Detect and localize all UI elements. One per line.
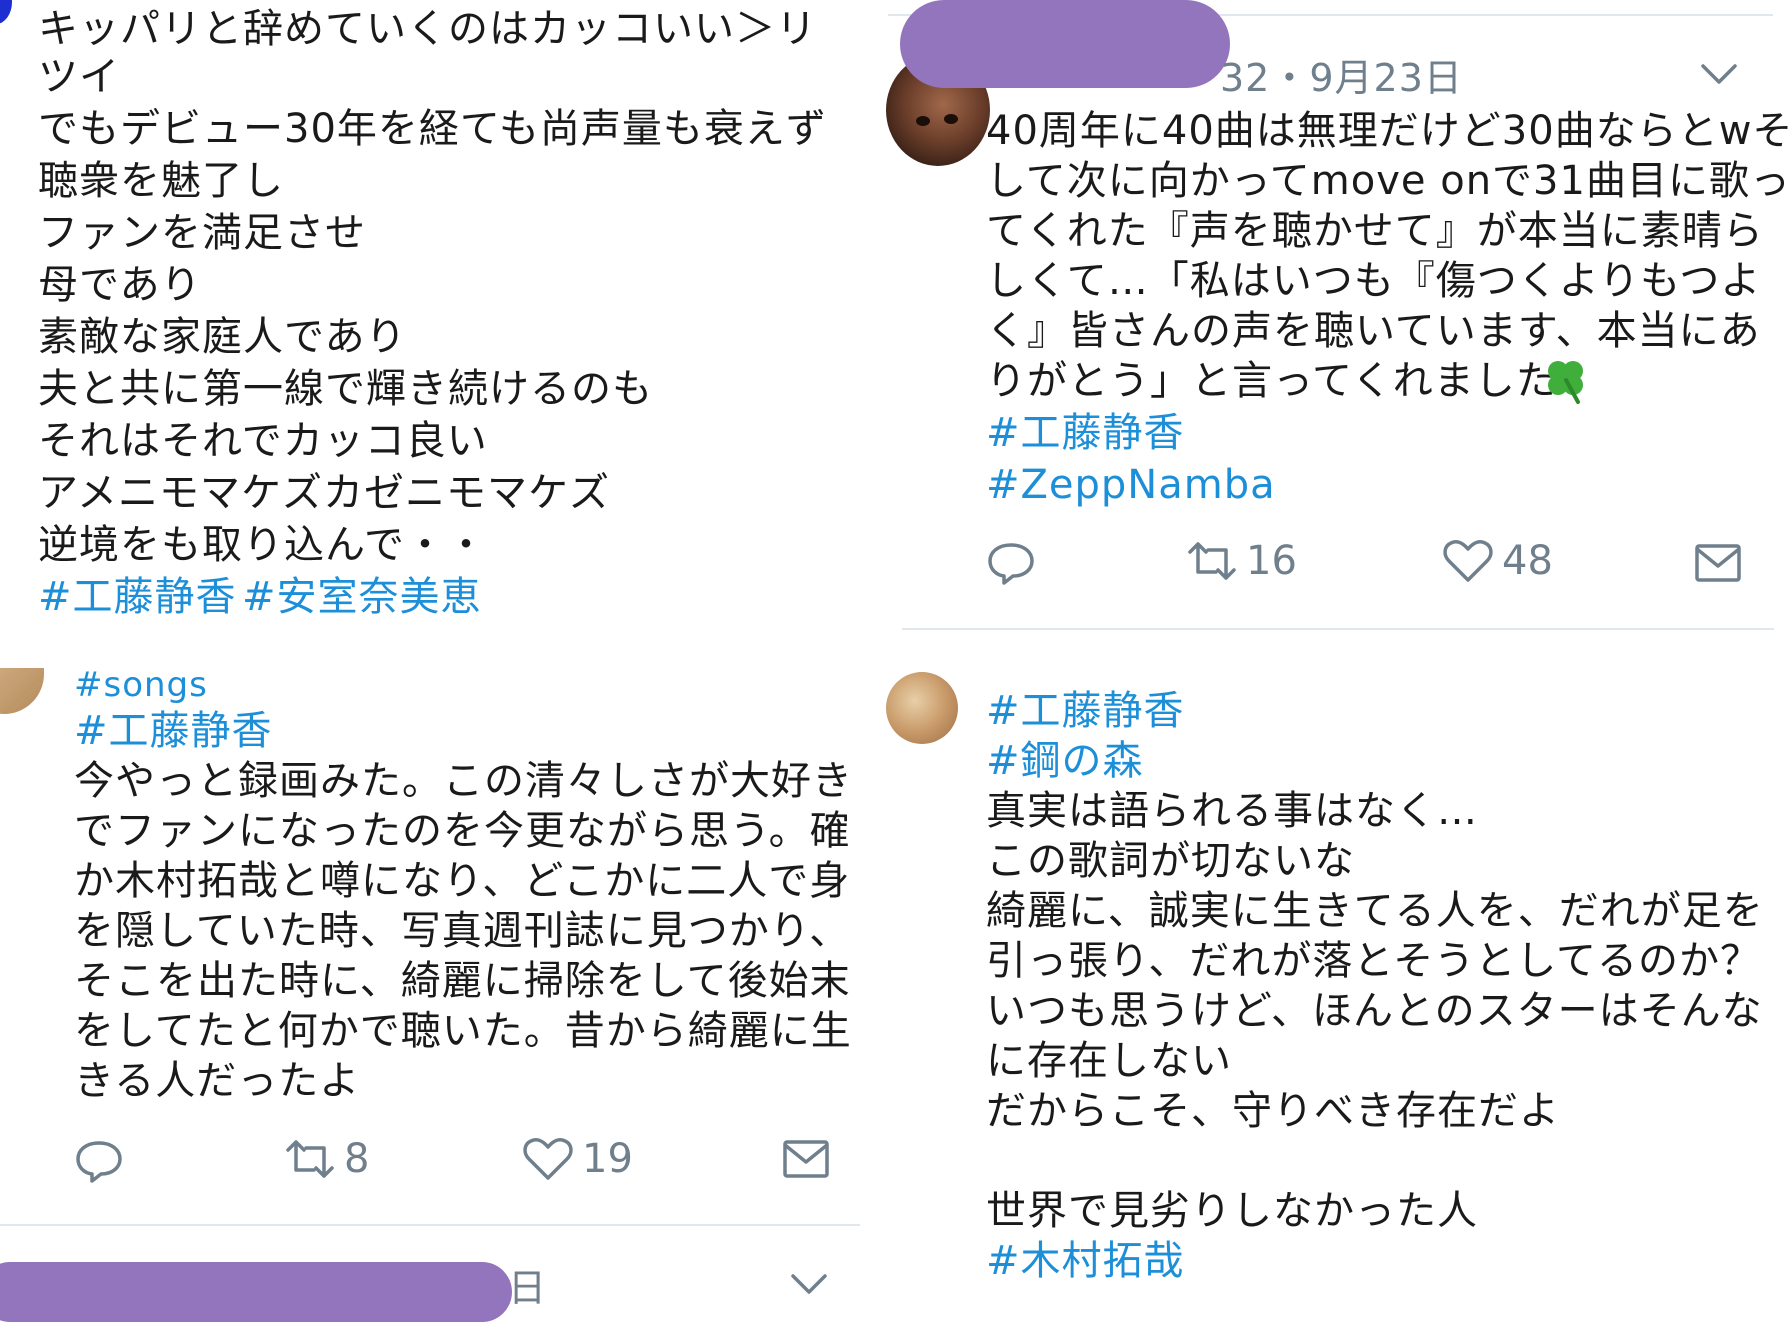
tweet-line: ツイ (38, 54, 120, 100)
tweet-line: それはそれでカッコ良い (38, 418, 488, 464)
tweet-line: く』皆さんの声を聴いています、本当にあ (986, 308, 1761, 354)
direct-message-button[interactable] (1694, 542, 1742, 584)
mail-icon (1695, 544, 1741, 582)
tweet-line: 真実は語られる事はなく… (986, 788, 1478, 834)
direct-message-button[interactable] (782, 1138, 830, 1180)
tweet-line: か木村拓哉と噂になり、どこかに二人で身 (74, 858, 851, 904)
heart-icon (523, 1138, 573, 1180)
tweet-date: 日 (508, 1266, 548, 1310)
reply-icon (76, 1141, 122, 1183)
left-screenshot-panel: キッパリと辞めていくのはカッコいい＞リ ツイ でもデビュー30年を経ても尚声量も… (0, 0, 860, 1322)
tweet-menu-button[interactable] (790, 1272, 828, 1300)
tweet-line: 引っ張り、だれが落とそうとしてるのか？ (986, 938, 1761, 984)
tweet-line: 逆境をも取り込んで・・ (38, 522, 487, 568)
retweet-count: 8 (344, 1136, 370, 1182)
tweet-line: いつも思うけど、ほんとのスターはそんな (986, 988, 1763, 1034)
hashtag-link[interactable]: #安室奈美恵 (242, 572, 482, 622)
tweet-line: アメニモマケズカゼニモマケズ (38, 470, 610, 516)
four-leaf-clover-icon (1548, 361, 1583, 404)
like-button[interactable]: 19 (522, 1136, 633, 1182)
tweet-meta: 32・9月23日 (1220, 56, 1463, 100)
tweet-line: この歌詞が切ないな (986, 838, 1355, 884)
avatar-detail (944, 114, 958, 124)
tweet-line: に存在しない (986, 1038, 1232, 1084)
avatar-detail (916, 116, 930, 126)
tweet-line: して次に向かってmove onで31曲目に歌っ (986, 158, 1789, 204)
retweet-count: 16 (1246, 538, 1297, 584)
retweet-icon (286, 1140, 334, 1178)
reply-icon (988, 543, 1034, 585)
like-button[interactable]: 48 (1442, 538, 1553, 584)
tweet-line: 聴衆を魅了し (38, 158, 284, 204)
reply-button[interactable] (74, 1138, 124, 1184)
hashtag-link[interactable]: #工藤静香 (986, 408, 1185, 458)
tweet-line: を隠していた時、写真週刊誌に見つかり、 (74, 908, 851, 954)
hashtag-link[interactable]: #工藤静香 (38, 572, 237, 622)
heart-icon (1443, 540, 1493, 582)
retweet-button[interactable]: 16 (1186, 538, 1297, 584)
tweet-line: 世界で見劣りしなかった人 (986, 1188, 1478, 1234)
hashtag-link[interactable]: #工藤静香 (986, 686, 1185, 736)
tweet-line: でもデビュー30年を経ても尚声量も衰えず (38, 106, 827, 152)
tweet-menu-button[interactable] (1700, 62, 1738, 90)
tweet-divider (0, 1224, 860, 1226)
avatar[interactable] (886, 672, 958, 744)
tweet-line: 今やっと録画みた。この清々しさが大好き (74, 758, 853, 804)
tweet-line: でファンになったのを今更ながら思う。確 (74, 808, 851, 854)
tweet-line: 40周年に40曲は無理だけど30曲ならとwそ (986, 108, 1789, 154)
tweet-line: きる人だったよ (74, 1058, 361, 1104)
tweet-line: りがとう」と言ってくれました (986, 358, 1557, 404)
tweet-line: ファンを満足させ (38, 210, 366, 256)
tweet-line: 母であり (38, 262, 202, 308)
hashtag-link[interactable]: #ZeppNamba (986, 460, 1276, 510)
avatar-edge (0, 0, 12, 24)
hashtag-link[interactable]: #鋼の森 (986, 736, 1144, 786)
chevron-down-icon (1701, 64, 1737, 84)
hashtag-link[interactable]: #木村拓哉 (986, 1236, 1185, 1286)
hashtag-link[interactable]: #songs (74, 664, 208, 706)
hashtag-link[interactable]: #工藤静香 (74, 706, 273, 756)
retweet-icon (1188, 542, 1236, 580)
like-count: 19 (582, 1136, 633, 1182)
reply-button[interactable] (986, 540, 1036, 586)
avatar[interactable] (0, 668, 44, 714)
redacted-username (0, 1262, 512, 1322)
retweet-button[interactable]: 8 (284, 1136, 369, 1182)
right-screenshot-panel: 32・9月23日 40周年に40曲は無理だけど30曲ならとwそ して次に向かって… (886, 0, 1789, 1312)
tweet-line: そこを出た時に、綺麗に掃除をして後始末 (74, 958, 851, 1004)
tweet-line: しくて…「私はいつも『傷つくよりもつよ (986, 258, 1762, 304)
tweet-line: キッパリと辞めていくのはカッコいい＞リ (38, 6, 817, 52)
chevron-down-icon (791, 1274, 827, 1294)
tweet-line: をしてたと何かで聴いた。昔から綺麗に生 (74, 1008, 852, 1054)
tweet-line: だからこそ、守りべき存在だよ (986, 1088, 1560, 1134)
tweet-line: てくれた『声を聴かせて』が本当に素晴ら (986, 208, 1764, 254)
like-count: 48 (1502, 538, 1553, 584)
tweet-line: 綺麗に、誠実に生きてる人を、だれが足を (986, 888, 1764, 934)
tweet-line: 素敵な家庭人であり (38, 314, 407, 360)
redacted-username (900, 0, 1230, 88)
mail-icon (783, 1140, 829, 1178)
tweet-divider (902, 628, 1774, 630)
tweet-line: 夫と共に第一線で輝き続けるのも (38, 366, 653, 412)
